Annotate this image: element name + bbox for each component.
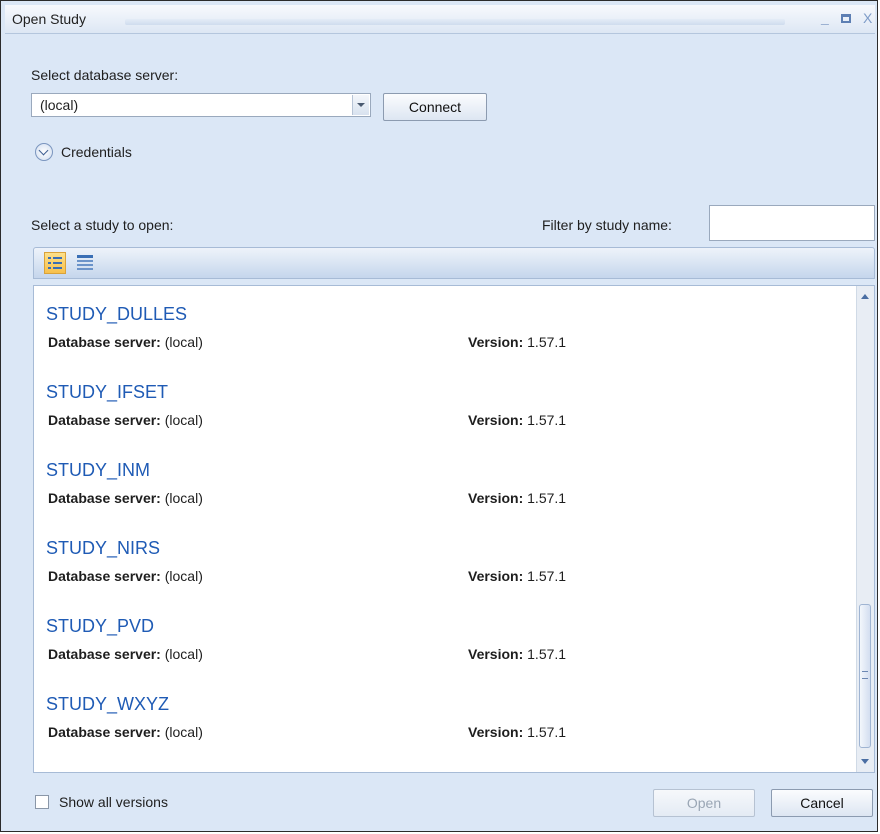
study-name[interactable]: STUDY_DULLES — [46, 304, 187, 325]
details-view-icon[interactable] — [44, 252, 66, 274]
server-field-label: Database server: — [48, 490, 161, 506]
server-field-label: Database server: — [48, 724, 161, 740]
close-icon[interactable]: X — [863, 10, 872, 26]
version-field-label: Version: — [468, 646, 524, 662]
study-version: Version: 1.57.1 — [468, 490, 566, 506]
study-server: Database server: (local) — [48, 568, 203, 584]
server-field-label: Database server: — [48, 646, 161, 662]
title-bar-decoration — [125, 19, 785, 25]
server-field-value: (local) — [164, 490, 203, 506]
chevron-down-icon[interactable] — [35, 143, 53, 161]
window-title: Open Study — [12, 11, 86, 27]
maximize-icon[interactable] — [841, 14, 851, 23]
list-item[interactable]: STUDY_INM Database server: (local) Versi… — [46, 460, 846, 538]
filter-label: Filter by study name: — [542, 217, 672, 233]
grid-view-glyph — [77, 255, 93, 270]
view-toolbar — [33, 247, 875, 279]
study-name[interactable]: STUDY_PVD — [46, 616, 154, 637]
study-name[interactable]: STUDY_NIRS — [46, 538, 160, 559]
cancel-button[interactable]: Cancel — [771, 789, 873, 817]
version-field-label: Version: — [468, 724, 524, 740]
show-all-versions-label[interactable]: Show all versions — [59, 794, 168, 810]
vertical-scrollbar[interactable] — [856, 286, 874, 772]
connect-button[interactable]: Connect — [383, 93, 487, 121]
scroll-thumb[interactable] — [859, 604, 871, 748]
study-version: Version: 1.57.1 — [468, 724, 566, 740]
study-server: Database server: (local) — [48, 334, 203, 350]
study-name[interactable]: STUDY_WXYZ — [46, 694, 169, 715]
study-server: Database server: (local) — [48, 412, 203, 428]
show-all-versions-checkbox[interactable] — [35, 795, 49, 809]
list-item[interactable]: STUDY_PVD Database server: (local) Versi… — [46, 616, 846, 694]
server-field-label: Database server: — [48, 412, 161, 428]
study-list[interactable]: STUDY_DULLES Database server: (local) Ve… — [33, 285, 875, 773]
server-dropdown-button[interactable] — [352, 95, 369, 115]
study-name[interactable]: STUDY_INM — [46, 460, 150, 481]
study-version: Version: 1.57.1 — [468, 646, 566, 662]
version-field-value: 1.57.1 — [527, 412, 567, 428]
study-name[interactable]: STUDY_IFSET — [46, 382, 168, 403]
version-field-value: 1.57.1 — [527, 724, 567, 740]
server-field-value: (local) — [164, 568, 203, 584]
list-item[interactable]: STUDY_WXYZ Database server: (local) Vers… — [46, 694, 846, 772]
grip-icon — [862, 671, 868, 679]
server-label: Select database server: — [31, 67, 179, 83]
version-field-label: Version: — [468, 490, 524, 506]
server-field-label: Database server: — [48, 334, 161, 350]
study-list-label: Select a study to open: — [31, 217, 174, 233]
open-button[interactable]: Open — [653, 789, 755, 817]
version-field-label: Version: — [468, 568, 524, 584]
title-bar: Open Study _ X — [5, 5, 875, 34]
list-item[interactable]: STUDY_IFSET Database server: (local) Ver… — [46, 382, 846, 460]
list-item[interactable]: STUDY_NIRS Database server: (local) Vers… — [46, 538, 846, 616]
study-version: Version: 1.57.1 — [468, 568, 566, 584]
version-field-value: 1.57.1 — [527, 490, 567, 506]
server-field-value: (local) — [164, 412, 203, 428]
grid-view-icon[interactable] — [74, 252, 96, 274]
server-field-value: (local) — [164, 724, 203, 740]
scroll-down-icon[interactable] — [861, 759, 869, 764]
version-field-label: Version: — [468, 412, 524, 428]
minimize-icon[interactable]: _ — [821, 10, 829, 26]
version-field-value: 1.57.1 — [527, 568, 567, 584]
version-field-value: 1.57.1 — [527, 334, 567, 350]
study-version: Version: 1.57.1 — [468, 334, 566, 350]
details-view-glyph — [48, 257, 62, 269]
credentials-chevron — [38, 145, 49, 156]
study-server: Database server: (local) — [48, 490, 203, 506]
server-select-value: (local) — [40, 97, 79, 113]
server-field-value: (local) — [164, 646, 203, 662]
version-field-label: Version: — [468, 334, 524, 350]
server-field-label: Database server: — [48, 568, 161, 584]
study-server: Database server: (local) — [48, 724, 203, 740]
list-item[interactable]: STUDY_DULLES Database server: (local) Ve… — [46, 304, 846, 382]
dropdown-arrow-icon — [357, 103, 365, 107]
filter-input[interactable] — [709, 205, 875, 241]
open-study-dialog: Open Study _ X Select database server: (… — [0, 0, 878, 832]
scroll-up-icon[interactable] — [861, 294, 869, 299]
credentials-toggle[interactable]: Credentials — [61, 144, 132, 160]
study-server: Database server: (local) — [48, 646, 203, 662]
version-field-value: 1.57.1 — [527, 646, 567, 662]
study-version: Version: 1.57.1 — [468, 412, 566, 428]
server-select[interactable]: (local) — [31, 93, 371, 117]
server-field-value: (local) — [164, 334, 203, 350]
